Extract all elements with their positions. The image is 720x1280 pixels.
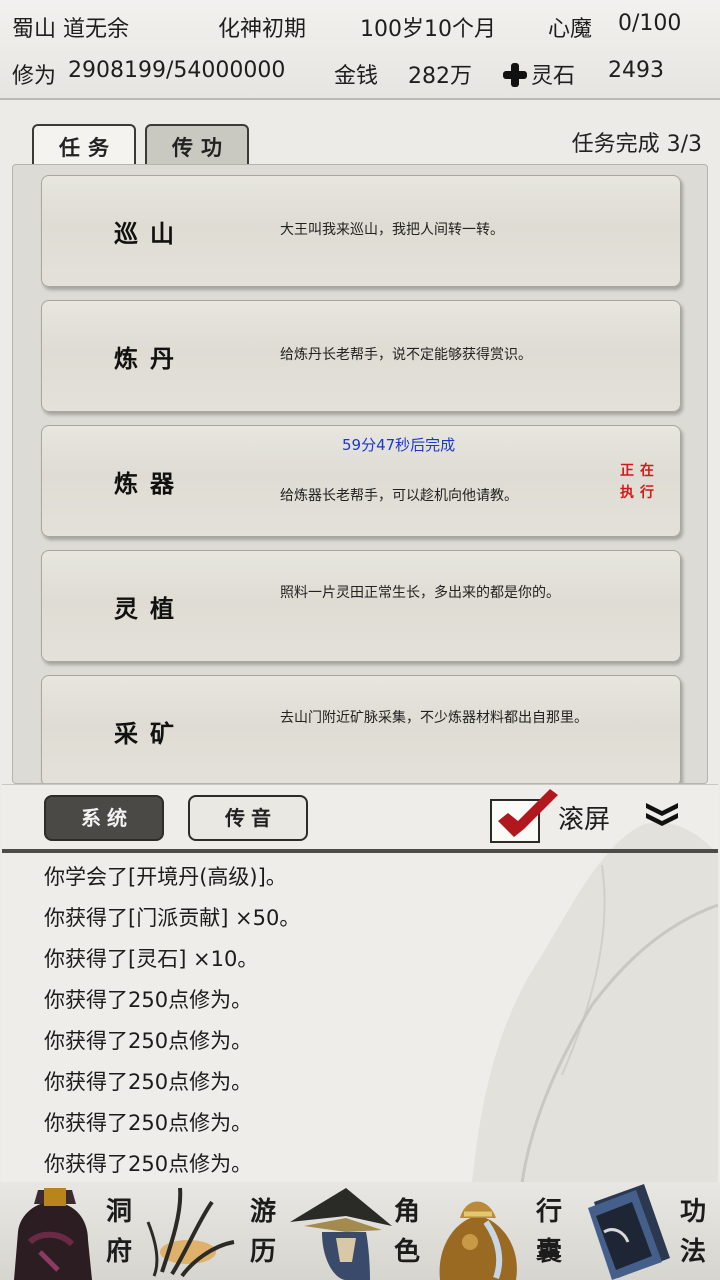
nav-character[interactable]: 角 色 <box>286 1182 430 1280</box>
log-line: 你获得了250点修为。 <box>44 988 253 1012</box>
log-line: 你获得了250点修为。 <box>44 1152 253 1176</box>
status-bar: 蜀山 道无余 化神初期 100岁10个月 心魔 0/100 修为 2908199… <box>0 0 720 100</box>
character-icon <box>290 1188 392 1280</box>
nav-skills[interactable]: 功 法 <box>574 1182 720 1280</box>
log-tab-voice[interactable]: 传音 <box>188 795 308 841</box>
log-line: 你获得了[灵石] ×10。 <box>44 947 259 971</box>
log-divider <box>2 849 718 853</box>
log-line: 你获得了250点修为。 <box>44 1070 253 1094</box>
task-title: 采矿 <box>114 719 186 748</box>
nav-label-bottom: 色 <box>393 1237 420 1267</box>
money-label: 金钱 <box>334 64 379 89</box>
tab-pass-skill[interactable]: 传功 <box>145 124 249 166</box>
log-lines: 你学会了[开境丹(高级)]。 你获得了[门派贡献] ×50。 你获得了[灵石] … <box>44 857 300 1185</box>
location-text: 蜀山 道无余 <box>12 17 129 42</box>
tab-task[interactable]: 任务 <box>32 124 136 168</box>
grass-icon <box>146 1187 235 1278</box>
task-title: 炼丹 <box>114 344 186 373</box>
bag-icon <box>439 1201 517 1280</box>
auto-scroll-label: 滚屏 <box>558 805 611 835</box>
age-text: 100岁10个月 <box>360 17 496 42</box>
nav-label-bottom: 法 <box>679 1237 706 1267</box>
money-value: 282万 <box>408 64 472 89</box>
task-progress: 任务完成 3/3 <box>571 132 702 157</box>
cultivation-label: 修为 <box>12 64 57 89</box>
nav-cave-dwelling[interactable]: 洞 府 <box>0 1182 142 1280</box>
log-line: 你获得了250点修为。 <box>44 1029 253 1053</box>
nav-label-bottom: 历 <box>249 1237 276 1267</box>
task-title: 灵植 <box>114 594 186 623</box>
realm-text: 化神初期 <box>218 17 307 42</box>
demon-value: 0/100 <box>618 11 682 36</box>
nav-label: 洞 府 <box>104 1192 134 1272</box>
spirit-stone-value: 2493 <box>608 58 664 83</box>
task-card-herb[interactable]: 灵植 照料一片灵田正常生长，多出来的都是你的。 <box>41 550 681 662</box>
nav-label-top: 行 <box>535 1197 562 1227</box>
task-card-mining[interactable]: 采矿 去山门附近矿脉采集，不少炼器材料都出自那里。 <box>41 675 681 783</box>
nav-travel[interactable]: 游 历 <box>142 1182 286 1280</box>
nav-label-bottom: 囊 <box>535 1237 562 1267</box>
bottom-navigation: 洞 府 游 历 角 色 行 囊 功 法 <box>0 1182 720 1280</box>
demon-label: 心魔 <box>548 17 593 42</box>
task-desc: 给炼丹长老帮手，说不定能够获得赏识。 <box>280 347 532 363</box>
task-status-running: 正在 执行 <box>616 460 664 504</box>
spirit-stone-icon <box>503 63 527 87</box>
task-desc: 大王叫我来巡山，我把人间转一转。 <box>280 222 504 238</box>
task-card-refining[interactable]: 59分47秒后完成 炼器 给炼器长老帮手，可以趁机向他请教。 正在 执行 <box>41 425 681 537</box>
cave-dwelling-icon <box>14 1188 92 1280</box>
nav-label: 角 色 <box>392 1192 422 1272</box>
task-title: 巡山 <box>114 219 186 248</box>
task-desc: 去山门附近矿脉采集，不少炼器材料都出自那里。 <box>280 710 588 726</box>
task-desc: 照料一片灵田正常生长，多出来的都是你的。 <box>280 585 560 601</box>
auto-scroll-checkbox[interactable] <box>490 789 558 843</box>
task-status-line: 正在 <box>620 463 660 479</box>
cultivation-value: 2908199/54000000 <box>68 58 286 83</box>
task-card-patrol[interactable]: 巡山 大王叫我来巡山，我把人间转一转。 <box>41 175 681 287</box>
log-tab-system[interactable]: 系统 <box>44 795 164 841</box>
task-status-line: 执行 <box>620 485 660 501</box>
spirit-stone-label: 灵石 <box>531 64 576 89</box>
checkmark-icon <box>498 789 558 837</box>
nav-bag[interactable]: 行 囊 <box>430 1182 574 1280</box>
log-line: 你学会了[开境丹(高级)]。 <box>44 865 287 889</box>
nav-label: 行 囊 <box>534 1192 564 1272</box>
chevron-down-icon[interactable] <box>642 799 682 827</box>
task-card-alchemy[interactable]: 炼丹 给炼丹长老帮手，说不定能够获得赏识。 <box>41 300 681 412</box>
nav-label-bottom: 府 <box>105 1237 132 1267</box>
nav-label-top: 功 <box>679 1197 706 1227</box>
spirit-stone-group: 灵石 <box>503 58 575 90</box>
nav-label-top: 游 <box>249 1197 276 1227</box>
task-desc: 给炼器长老帮手，可以趁机向他请教。 <box>280 488 518 504</box>
nav-label-top: 角 <box>393 1197 420 1227</box>
task-timer: 59分47秒后完成 <box>342 436 456 454</box>
nav-label-top: 洞 <box>105 1197 132 1227</box>
nav-label: 游 历 <box>248 1192 278 1272</box>
task-list-panel: 巡山 大王叫我来巡山，我把人间转一转。 炼丹 给炼丹长老帮手，说不定能够获得赏识… <box>12 164 708 784</box>
nav-label: 功 法 <box>678 1192 708 1272</box>
log-line: 你获得了250点修为。 <box>44 1111 253 1135</box>
message-log-panel: 系统 传音 滚屏 你学会了[开境丹(高级)]。 你获得了[门派贡献] ×50。 … <box>2 784 718 1185</box>
log-line: 你获得了[门派贡献] ×50。 <box>44 906 301 930</box>
book-icon <box>588 1184 670 1280</box>
task-title: 炼器 <box>114 469 186 498</box>
